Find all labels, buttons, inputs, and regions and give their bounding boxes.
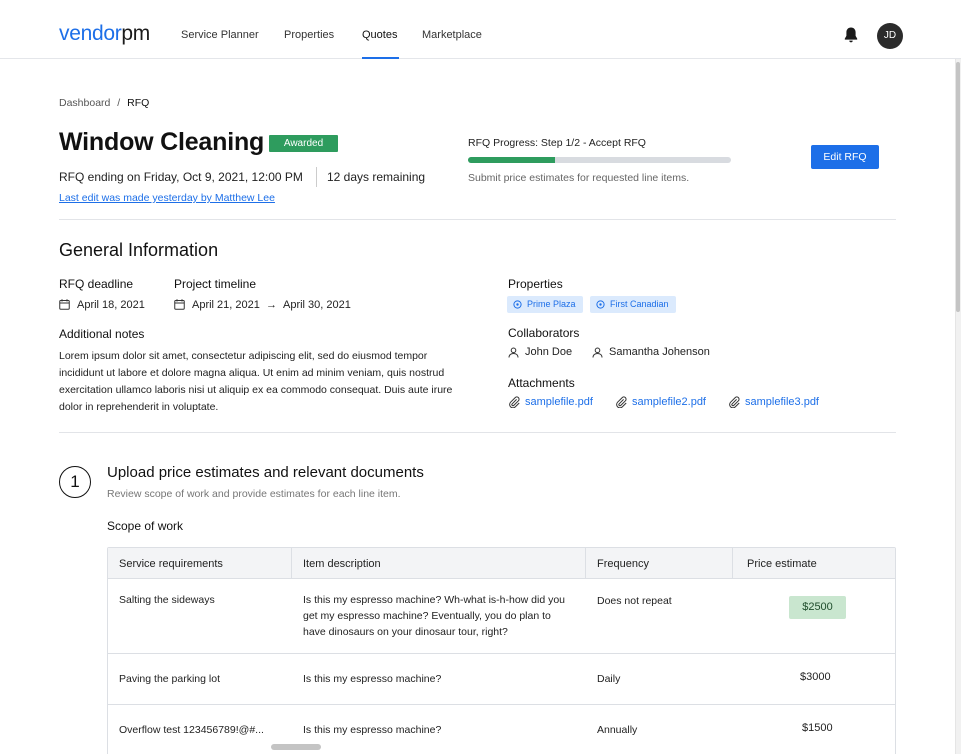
section-divider: [59, 432, 896, 433]
cell-description: Is this my espresso machine?: [303, 673, 442, 685]
collaborator-name: Samantha Johenson: [609, 346, 710, 358]
scope-of-work-label: Scope of work: [107, 519, 184, 533]
property-chip[interactable]: First Canadian: [590, 296, 676, 313]
cell-description: Is this my espresso machine?: [303, 724, 442, 736]
collaborators-label: Collaborators: [508, 326, 580, 340]
cell-service: Overflow test 123456789!@#...: [119, 724, 264, 736]
user-avatar[interactable]: JD: [877, 23, 903, 49]
attachment-name: samplefile2.pdf: [632, 396, 706, 408]
attachment-name: samplefile.pdf: [525, 396, 593, 408]
section-divider: [59, 219, 896, 220]
column-divider: [732, 548, 733, 579]
table-row[interactable]: Salting the sideways Is this my espresso…: [108, 579, 895, 654]
logo-text-pm: pm: [121, 22, 150, 45]
col-header-service: Service requirements: [119, 558, 223, 570]
column-divider: [291, 548, 292, 579]
project-timeline-label: Project timeline: [174, 277, 257, 291]
rfq-progress-subtext: Submit price estimates for requested lin…: [468, 172, 690, 184]
cell-price[interactable]: $1500: [802, 722, 833, 734]
vendorpm-logo[interactable]: vendorpm: [59, 21, 150, 47]
user-icon: [592, 347, 603, 358]
status-badge: Awarded: [269, 135, 338, 152]
nav-marketplace[interactable]: Marketplace: [422, 28, 482, 42]
cell-service: Salting the sideways: [119, 594, 215, 606]
col-header-description: Item description: [303, 558, 381, 570]
col-header-price: Price estimate: [747, 558, 817, 570]
collaborator-item: John Doe: [508, 346, 572, 358]
table-row[interactable]: Overflow test 123456789!@#... Is this my…: [108, 705, 895, 754]
edit-rfq-button[interactable]: Edit RFQ: [811, 145, 879, 169]
breadcrumb-separator: /: [117, 97, 121, 109]
top-navbar: vendorpm Service Planner Properties Quot…: [0, 0, 961, 59]
location-pin-icon: [513, 300, 522, 309]
nav-service-planner[interactable]: Service Planner: [181, 28, 259, 42]
collaborator-name: John Doe: [525, 346, 573, 358]
user-icon: [508, 347, 519, 358]
vertical-scrollbar-thumb[interactable]: [956, 62, 960, 312]
property-chip[interactable]: Prime Plaza: [507, 296, 583, 313]
step-subtitle: Review scope of work and provide estimat…: [107, 488, 401, 500]
rfq-deadline-value: April 18, 2021: [77, 299, 145, 311]
rfq-progress-label: RFQ Progress: Step 1/2 - Accept RFQ: [468, 137, 646, 149]
breadcrumb-dashboard[interactable]: Dashboard: [59, 97, 110, 109]
paperclip-icon: [729, 396, 740, 408]
nav-properties[interactable]: Properties: [284, 28, 334, 42]
property-chip-label: Prime Plaza: [527, 299, 576, 309]
rfq-ending-text: RFQ ending on Friday, Oct 9, 2021, 12:00…: [59, 170, 303, 184]
calendar-icon: [174, 299, 185, 310]
rfq-deadline-label: RFQ deadline: [59, 277, 134, 291]
cell-price[interactable]: $3000: [800, 671, 831, 683]
rfq-progress-fill: [468, 157, 555, 163]
attachments-label: Attachments: [508, 376, 575, 390]
arrow-right-icon: →: [266, 299, 277, 311]
attachment-name: samplefile3.pdf: [745, 396, 819, 408]
page-title: Window Cleaning: [59, 128, 265, 156]
additional-notes-label: Additional notes: [59, 327, 145, 341]
horizontal-scrollbar-thumb[interactable]: [271, 744, 321, 750]
price-estimate-highlight[interactable]: $2500: [789, 596, 846, 619]
paperclip-icon: [509, 396, 520, 408]
rfq-progress-bar: [468, 157, 731, 163]
timeline-end: April 30, 2021: [283, 299, 351, 311]
collaborator-item: Samantha Johenson: [592, 346, 710, 358]
calendar-icon: [59, 299, 70, 310]
cell-frequency: Does not repeat: [597, 595, 672, 607]
cell-description: Is this my espresso machine? Wh-what is-…: [303, 594, 566, 638]
general-info-title: General Information: [59, 240, 219, 260]
paperclip-icon: [616, 396, 627, 408]
step-number-badge: 1: [59, 466, 91, 498]
cell-service: Paving the parking lot: [119, 673, 220, 685]
nav-quotes[interactable]: Quotes: [362, 28, 397, 42]
cell-frequency: Annually: [597, 724, 638, 736]
days-remaining: 12 days remaining: [327, 170, 426, 184]
additional-notes-text: Lorem ipsum dolor sit amet, consectetur …: [59, 350, 453, 413]
table-header: Service requirements Item description Fr…: [108, 548, 895, 579]
scope-table: Service requirements Item description Fr…: [107, 547, 896, 754]
attachment-link[interactable]: samplefile3.pdf: [728, 396, 819, 408]
notification-bell-icon[interactable]: [843, 26, 859, 44]
table-row[interactable]: Paving the parking lot Is this my espres…: [108, 654, 895, 705]
nav-active-indicator: [362, 57, 399, 59]
attachment-link[interactable]: samplefile.pdf: [508, 396, 593, 408]
attachment-link[interactable]: samplefile2.pdf: [615, 396, 706, 408]
column-divider: [585, 548, 586, 579]
properties-label: Properties: [508, 277, 563, 291]
breadcrumb-current: RFQ: [127, 97, 150, 109]
location-pin-icon: [596, 300, 605, 309]
property-chip-label: First Canadian: [610, 299, 669, 309]
header-divider: [316, 167, 317, 187]
col-header-frequency: Frequency: [597, 558, 649, 570]
breadcrumb: Dashboard / RFQ: [59, 97, 149, 109]
step-title: Upload price estimates and relevant docu…: [107, 464, 424, 481]
logo-text-vendor: vendor: [59, 22, 122, 45]
last-edit-link[interactable]: Last edit was made yesterday by Matthew …: [59, 192, 275, 204]
timeline-start: April 21, 2021: [192, 299, 260, 311]
cell-frequency: Daily: [597, 673, 621, 685]
